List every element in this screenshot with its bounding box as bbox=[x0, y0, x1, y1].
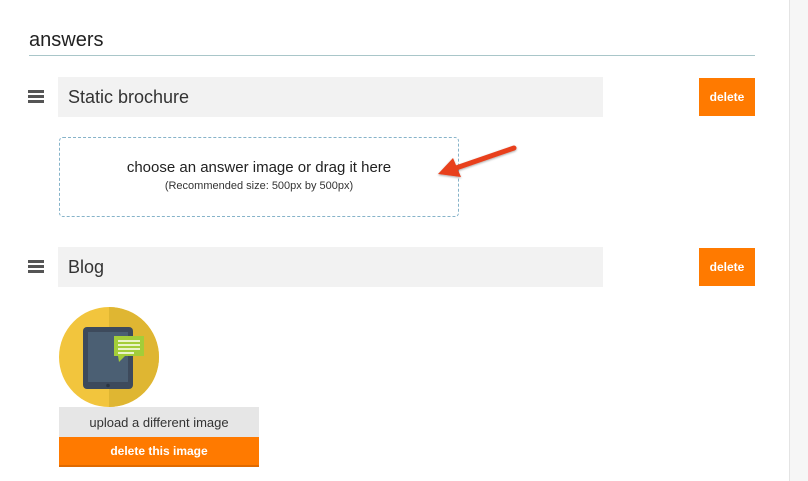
delete-answer-button[interactable]: delete bbox=[699, 78, 755, 116]
answer-text-field[interactable] bbox=[58, 247, 603, 287]
delete-image-button[interactable]: delete this image bbox=[59, 437, 259, 467]
tablet-chat-icon bbox=[59, 307, 159, 407]
drag-handle-icon[interactable] bbox=[28, 260, 44, 273]
annotation-arrow-icon bbox=[438, 145, 517, 177]
upload-different-image-button[interactable]: upload a different image bbox=[59, 407, 259, 437]
dropzone-label: choose an answer image or drag it here bbox=[126, 159, 392, 176]
dropzone-hint: (Recommended size: 500px by 500px) bbox=[164, 180, 354, 192]
scrollbar[interactable] bbox=[789, 0, 808, 481]
section-divider bbox=[29, 55, 755, 56]
drag-handle-icon[interactable] bbox=[28, 90, 44, 103]
section-title: answers bbox=[29, 29, 104, 51]
answer-text-field[interactable] bbox=[58, 77, 603, 117]
image-dropzone[interactable]: choose an answer image or drag it here (… bbox=[59, 137, 459, 217]
delete-answer-button[interactable]: delete bbox=[699, 248, 755, 286]
